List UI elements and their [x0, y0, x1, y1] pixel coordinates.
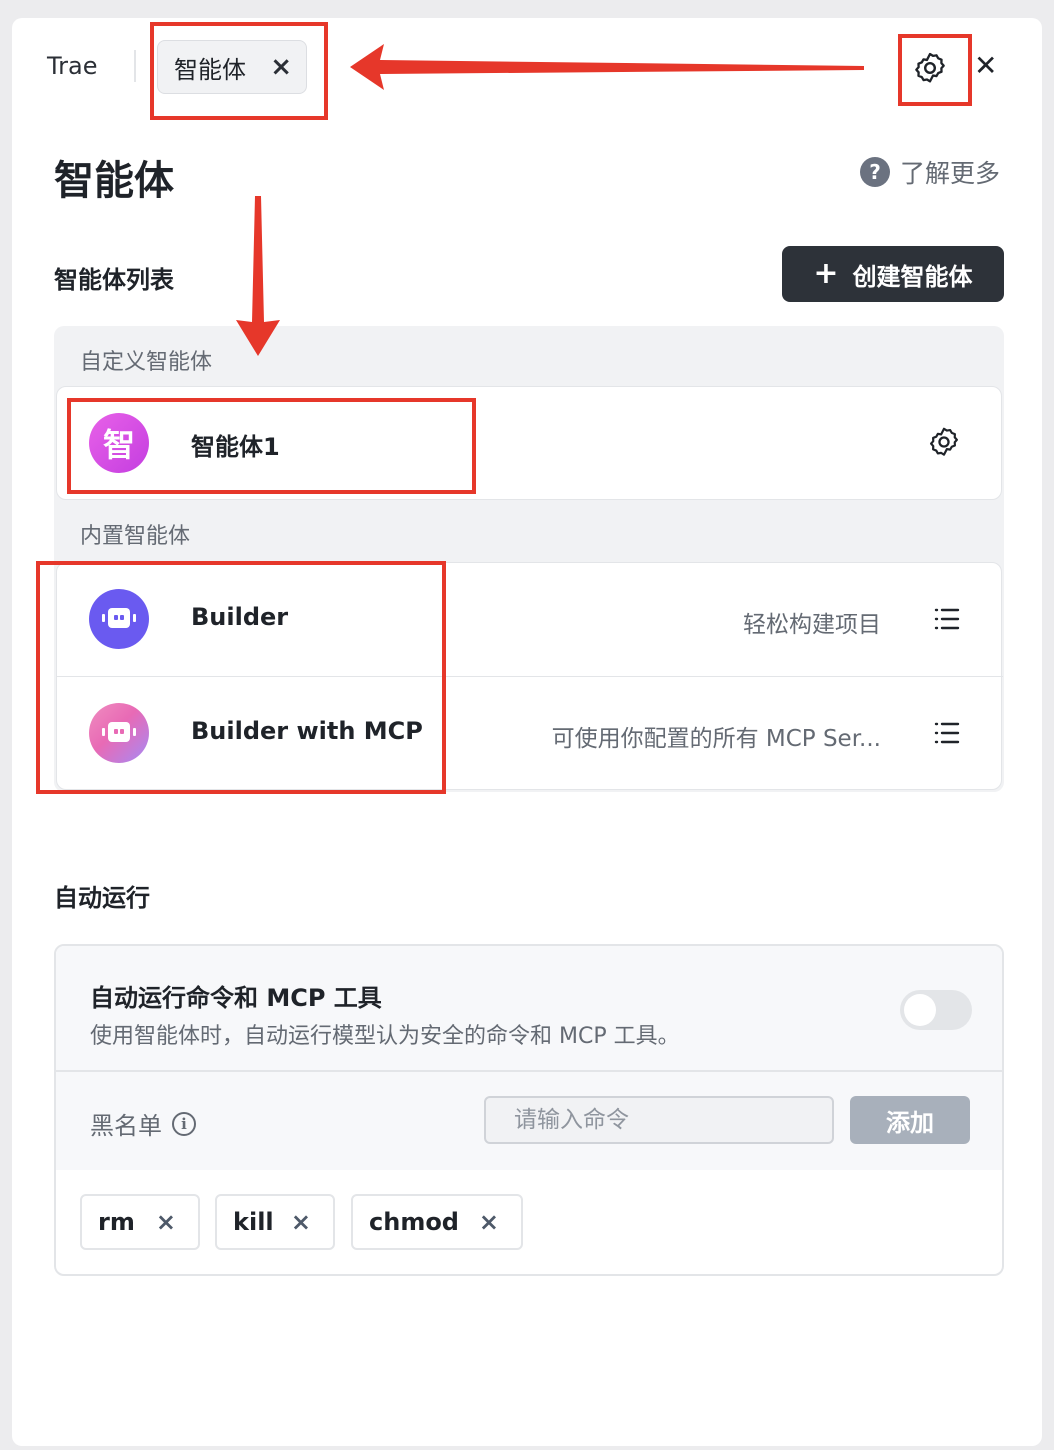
annotation-arrow-left [350, 44, 864, 90]
annotation-arrows [236, 44, 864, 356]
annotation-arrow-down [236, 196, 280, 356]
